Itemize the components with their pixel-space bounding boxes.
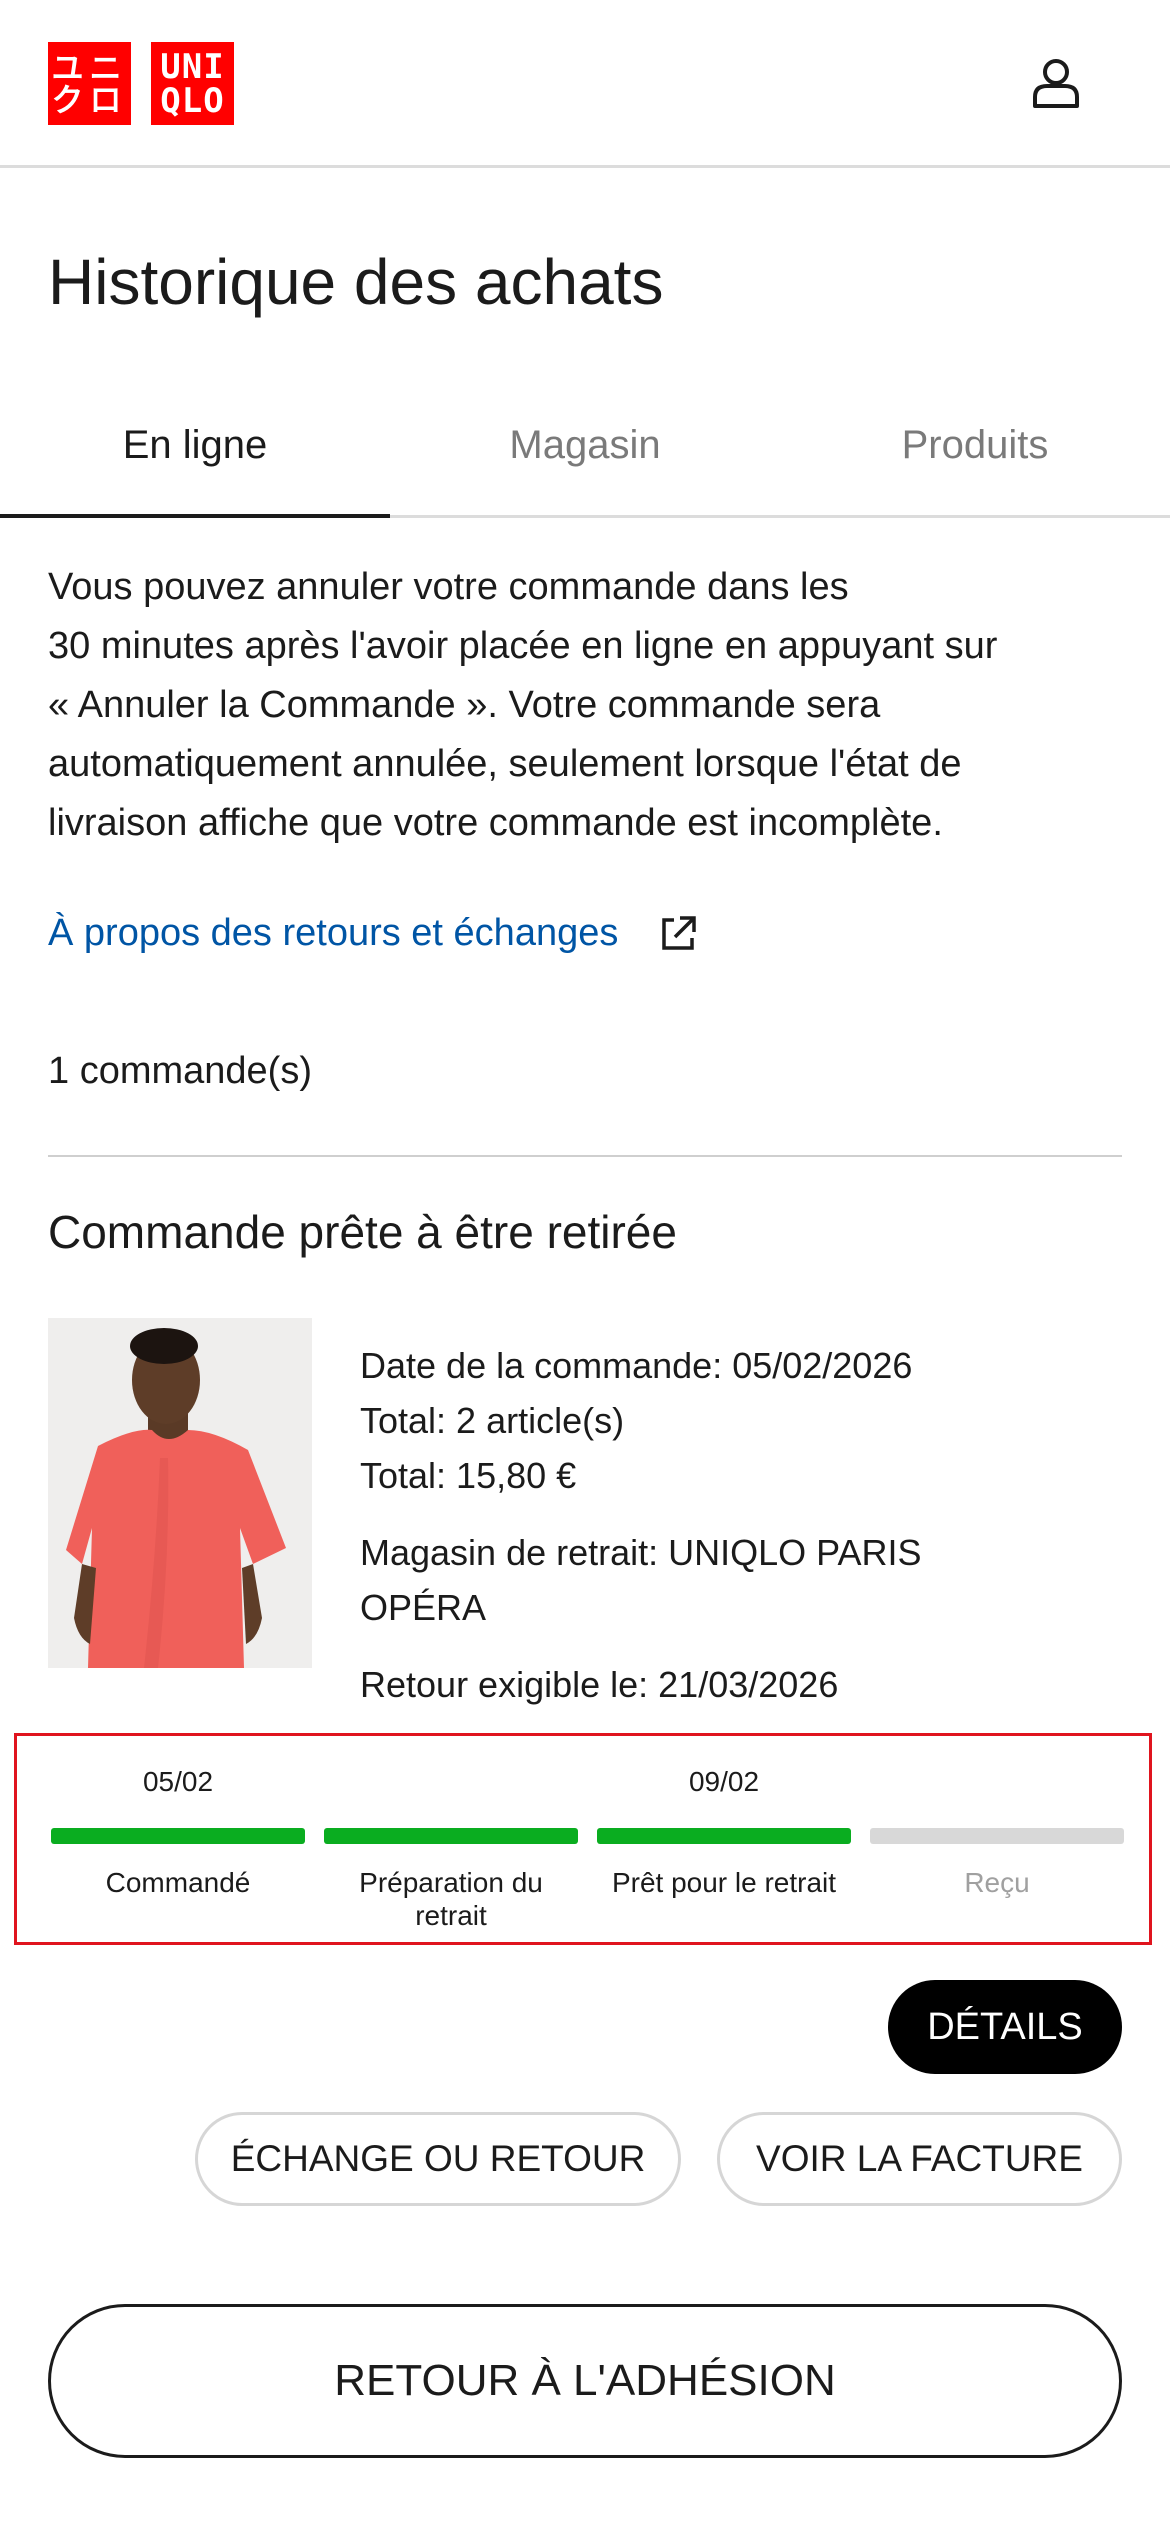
- step-bar: [870, 1828, 1124, 1844]
- step-bar: [324, 1828, 578, 1844]
- order-item-count: Total: 2 article(s): [360, 1400, 625, 1441]
- order-date: Date de la commande: 05/02/2026: [360, 1345, 913, 1386]
- details-button[interactable]: DÉTAILS: [888, 1980, 1122, 2074]
- product-photo-illustration: [48, 1318, 312, 1668]
- notice-line-1: Vous pouvez annuler votre commande dans …: [48, 566, 849, 608]
- tab-bar: En ligne Magasin Produits: [0, 395, 1170, 518]
- step-bar: [597, 1828, 851, 1844]
- returns-link-label: À propos des retours et échanges: [48, 912, 619, 954]
- order-details: Date de la commande: 05/02/2026 Total: 2…: [360, 1338, 1120, 1712]
- order-count: 1 commande(s): [48, 1050, 312, 1092]
- order-progress-tracker: 05/02 Commandé Préparation du retrait 09/…: [14, 1733, 1152, 1945]
- step-label: Préparation du retrait: [359, 1867, 543, 1931]
- divider: [48, 1155, 1122, 1157]
- uniqlo-logo[interactable]: UNI QLO: [151, 42, 234, 125]
- back-to-membership-button[interactable]: RETOUR À L'ADHÉSION: [48, 2304, 1122, 2458]
- uniqlo-logo-katakana[interactable]: ユニ クロ: [48, 42, 131, 125]
- tab-online[interactable]: En ligne: [0, 395, 390, 518]
- pickup-store-line2: OPÉRA: [360, 1587, 487, 1628]
- returns-exchanges-link[interactable]: À propos des retours et échanges: [48, 912, 698, 955]
- tab-store[interactable]: Magasin: [390, 395, 780, 515]
- product-image[interactable]: [48, 1318, 312, 1668]
- notice-line-3: « Annuler la Commande ». Votre commande …: [48, 684, 881, 726]
- logo-en-top: UNI: [160, 46, 225, 87]
- notice-line-4: automatiquement annulée, seulement lorsq…: [48, 743, 962, 785]
- notice-line-2: 30 minutes après l'avoir placée en ligne…: [48, 625, 998, 667]
- step-date: 05/02: [142, 1766, 214, 1797]
- logo-jp-top: ユニ: [51, 48, 128, 87]
- step-date: 09/02: [688, 1766, 760, 1797]
- notice-line-5: livraison affiche que votre commande est…: [48, 802, 943, 844]
- external-link-icon: [662, 915, 697, 950]
- return-due-date: Retour exigible le: 21/03/2026: [360, 1664, 839, 1705]
- cancel-notice: Vous pouvez annuler votre commande dans …: [48, 558, 1128, 853]
- exchange-return-button[interactable]: ÉCHANGE OU RETOUR: [195, 2112, 681, 2206]
- header: ユニ クロ UNI QLO: [0, 0, 1170, 168]
- order-status-title: Commande prête à être retirée: [48, 1206, 677, 1258]
- page-title: Historique des achats: [48, 246, 664, 318]
- logo-jp-bottom: クロ: [51, 80, 128, 119]
- tab-products[interactable]: Produits: [780, 395, 1170, 515]
- step-label: Commandé: [105, 1867, 251, 1898]
- step-bar: [51, 1828, 305, 1844]
- user-icon[interactable]: [1030, 57, 1082, 109]
- pickup-store-line1: Magasin de retrait: UNIQLO PARIS: [360, 1532, 922, 1573]
- order-total: Total: 15,80 €: [360, 1455, 577, 1496]
- step-label: Reçu: [964, 1867, 1030, 1898]
- view-invoice-button[interactable]: VOIR LA FACTURE: [717, 2112, 1122, 2206]
- logo-en-bottom: QLO: [160, 80, 225, 121]
- step-label: Prêt pour le retrait: [611, 1867, 837, 1898]
